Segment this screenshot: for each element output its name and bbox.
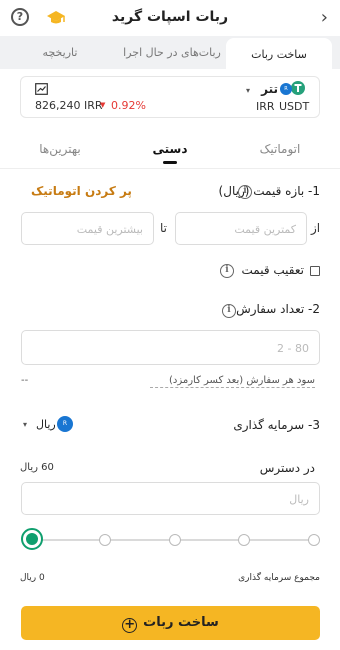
investment-title: 3- سرمایه گذاری [233,418,320,432]
total-investment-value: 0 ریال [20,573,45,583]
header: ? ربات اسپات گرید › [0,0,340,36]
price-change: 0.92% [111,99,146,112]
tab-indicator [163,161,177,164]
price-range-title: 1- بازه قیمت (ریال) [218,184,320,198]
max-price-input[interactable]: بیشترین قیمت [21,212,154,245]
rial-badge-icon: R [57,416,73,432]
chevron-down-icon[interactable]: ▾ [23,420,27,429]
available-label: در دسترس [259,461,315,475]
order-count-title: 2- تعداد سفارش [236,302,320,316]
page-title: ربات اسپات گرید [111,9,229,25]
info-icon[interactable]: i [222,304,236,318]
slider-step-100[interactable] [308,534,320,546]
plus-icon: + [122,618,138,633]
pair-base: USDT [279,100,310,113]
pair-quote: IRR [256,100,275,113]
chart-icon[interactable] [35,83,48,95]
investment-amount-input[interactable]: ریال [21,482,320,515]
top-tabs: ساخت ربات ربات‌های در حال اجرا تاریخچه [0,36,340,69]
tab-create-bot[interactable]: ساخت ربات [226,38,332,69]
create-bot-label: ساخت ربات [143,615,219,630]
slider-step-25[interactable] [99,534,111,546]
create-bot-button[interactable]: ساخت ربات + [21,606,320,640]
currency-select[interactable]: ریال [36,418,56,431]
from-label: از [311,221,321,235]
slider-step-75[interactable] [238,534,250,546]
tether-icon [291,81,305,95]
chevron-right-icon[interactable]: › [321,7,328,28]
available-value: 60 ریال [20,462,54,473]
tab-manual[interactable]: دستی [135,142,205,156]
tab-best[interactable]: بهترین‌ها [25,142,95,156]
slider-step-50[interactable] [169,534,181,546]
divider [0,168,340,169]
to-label: تا [160,221,167,235]
chevron-down-icon[interactable]: ▾ [246,86,250,95]
autofill-button[interactable]: پر کردن اتوماتیک [31,184,132,198]
profit-per-order-value: -- [21,375,29,386]
order-count-input[interactable]: 80 - 2 [21,330,320,365]
trailing-label: تعقیب قیمت [241,263,305,277]
help-icon[interactable]: ? [11,8,29,26]
rial-badge-icon: R [280,83,292,95]
slider-handle[interactable] [21,528,43,550]
profit-per-order-label[interactable]: سود هر سفارش (بعد کسر کارمزد) [150,375,315,388]
tab-history[interactable]: تاریخچه [10,36,110,69]
market-name: تتر [261,82,278,96]
down-arrow-icon: ▼ [100,101,106,109]
info-icon[interactable]: i [238,185,252,199]
tab-running-bots[interactable]: ربات‌های در حال اجرا [118,36,226,69]
trailing-checkbox[interactable] [310,266,320,276]
market-price: 826,240 IRR [35,99,103,112]
min-price-input[interactable]: کمترین قیمت [175,212,307,245]
tab-automatic[interactable]: اتوماتیک [245,142,315,156]
info-icon[interactable]: i [220,264,234,278]
total-investment-label: مجموع سرمایه گذاری [238,573,320,583]
